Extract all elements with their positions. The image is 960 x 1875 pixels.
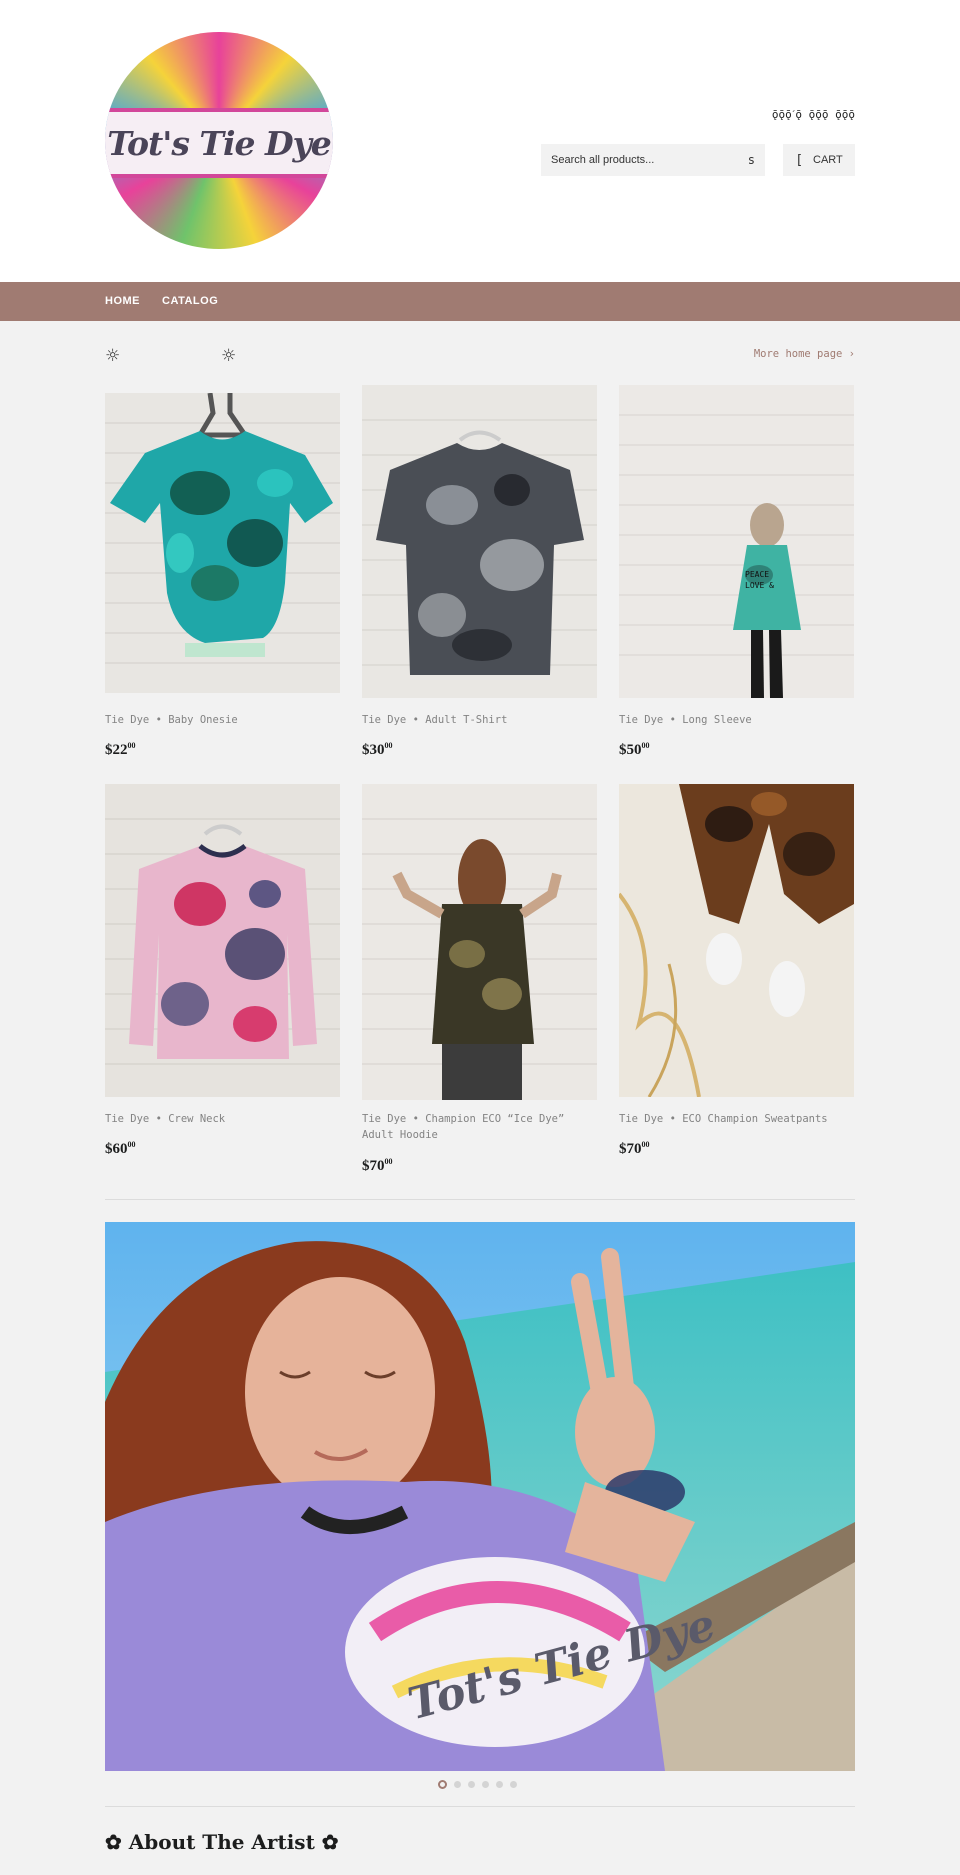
site-header: Tot's Tie Dye ǭǭǭˊǭ ǭǭǭ ǭǭǭ s [ CART xyxy=(0,0,960,282)
slide-dot[interactable] xyxy=(510,1781,517,1788)
product-title[interactable]: Tie Dye • Adult T-Shirt xyxy=(362,712,597,728)
product-image-crew-neck[interactable] xyxy=(105,784,340,1097)
product-title[interactable]: Tie Dye • Baby Onesie xyxy=(105,712,340,728)
cart-label: CART xyxy=(813,154,843,166)
about-heading: ✿ About The Artist ✿ xyxy=(105,1830,339,1854)
product-image-long-sleeve[interactable]: PEACE LOVE & xyxy=(619,385,854,698)
logo-text: Tot's Tie Dye xyxy=(107,123,332,163)
product-title[interactable]: Tie Dye • Crew Neck xyxy=(105,1111,340,1127)
logo-band: Tot's Tie Dye xyxy=(105,108,333,178)
product-title[interactable]: Tie Dye • Long Sleeve xyxy=(619,712,854,728)
site-logo[interactable]: Tot's Tie Dye xyxy=(105,32,333,249)
slide-dot[interactable] xyxy=(438,1780,447,1789)
sun-icon: ☼ xyxy=(105,346,121,366)
search-input[interactable] xyxy=(551,154,748,166)
product-title[interactable]: Tie Dye • ECO Champion Sweatpants xyxy=(619,1111,854,1127)
product-image-hoodie[interactable] xyxy=(362,784,597,1100)
slideshow-dots xyxy=(438,1780,517,1789)
product-price: $7000 xyxy=(362,1157,393,1174)
slide-dot[interactable] xyxy=(468,1781,475,1788)
cart-button[interactable]: [ CART xyxy=(783,144,855,176)
svg-text:PEACE: PEACE xyxy=(745,570,769,579)
nav-home[interactable]: HOME xyxy=(105,295,140,307)
product-image-sweatpants[interactable] xyxy=(619,784,854,1097)
slideshow-image[interactable]: Tot's Tie Dye xyxy=(105,1222,855,1771)
nav-catalog[interactable]: CATALOG xyxy=(162,295,218,307)
search-icon[interactable]: s xyxy=(748,153,755,167)
slide-dot[interactable] xyxy=(496,1781,503,1788)
featured-header: ☼ ☼ More home page › xyxy=(105,346,855,366)
product-price: $5000 xyxy=(619,741,650,758)
product-price: $3000 xyxy=(362,741,393,758)
slide-dot[interactable] xyxy=(454,1781,461,1788)
section-divider xyxy=(105,1199,855,1200)
header-links[interactable]: ǭǭǭˊǭ ǭǭǭ ǭǭǭ xyxy=(760,108,855,121)
cart-icon: [ xyxy=(795,152,804,168)
product-image-onesie[interactable] xyxy=(105,393,340,693)
product-price: $2200 xyxy=(105,741,136,758)
search-bar: s xyxy=(541,144,765,176)
sun-icon: ☼ xyxy=(221,346,237,366)
main-nav: HOME CATALOG xyxy=(0,282,960,321)
product-price: $6000 xyxy=(105,1140,136,1157)
svg-text:LOVE &: LOVE & xyxy=(745,581,774,590)
section-divider xyxy=(105,1806,855,1807)
more-home-page-link[interactable]: More home page › xyxy=(754,348,855,360)
product-price: $7000 xyxy=(619,1140,650,1157)
product-title[interactable]: Tie Dye • Champion ECO “Ice Dye” Adult H… xyxy=(362,1111,597,1143)
slide-dot[interactable] xyxy=(482,1781,489,1788)
product-image-tshirt[interactable] xyxy=(362,385,597,698)
